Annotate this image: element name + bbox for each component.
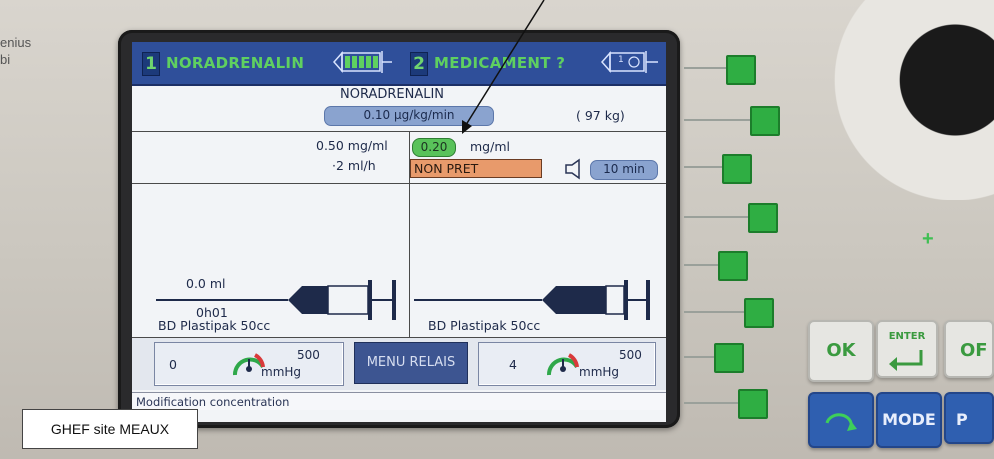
channel1-name: NORADRENALIN: [166, 54, 305, 72]
softkey-1[interactable]: [726, 55, 756, 85]
softkey-2[interactable]: [750, 106, 780, 136]
channel1-number: 1: [142, 52, 160, 76]
softkey-3[interactable]: [722, 154, 752, 184]
syringe-level-icon: [332, 51, 392, 73]
softkey-line-2: [684, 119, 750, 121]
mode-button[interactable]: MODE: [876, 392, 942, 448]
caption-label: GHEF site MEAUX: [22, 409, 198, 449]
plus-mark-icon: +: [922, 228, 934, 250]
ok-button[interactable]: OK: [808, 320, 874, 382]
menu-relais-button[interactable]: MENU RELAIS: [354, 342, 468, 384]
pause-button[interactable]: P: [944, 392, 994, 444]
right-concentration-field[interactable]: 0.20: [412, 138, 456, 157]
brand-fragment: enius bi: [0, 35, 32, 67]
off-button[interactable]: OF: [944, 320, 994, 378]
device-dial-housing: [800, 0, 994, 200]
drug-name: NORADRENALIN: [340, 87, 445, 102]
softkey-8[interactable]: [738, 389, 768, 419]
enter-arrow-icon: [889, 350, 923, 371]
right-pressure-value: 4: [509, 357, 517, 372]
rotate-arrow-icon: [825, 413, 857, 431]
left-syringe-icon: [156, 280, 396, 320]
status-line: Modification concentration: [132, 392, 666, 410]
divider-1: [132, 131, 666, 132]
right-pressure-gauge-icon: [546, 353, 579, 376]
speaker-icon: [565, 158, 580, 180]
right-pressure-max: 500: [619, 348, 642, 362]
enter-button[interactable]: ENTER: [876, 320, 938, 378]
left-pressure-max: 500: [297, 348, 320, 362]
left-pressure-unit: mmHg: [261, 365, 302, 379]
right-concentration-unit: mg/ml: [470, 139, 510, 154]
right-pressure-box[interactable]: 4 500 mmHg: [478, 342, 656, 386]
softkey-line-7: [684, 356, 714, 358]
left-pressure-value: 0: [169, 357, 177, 372]
divider-2: [132, 183, 666, 184]
softkey-7[interactable]: [714, 343, 744, 373]
channel-header: 1 NORADRENALIN 2 MEDICAMENT ? 1: [132, 42, 666, 86]
softkey-line-1: [684, 67, 726, 69]
right-syringe-icon: [414, 280, 650, 320]
softkey-line-8: [684, 402, 738, 404]
softkey-line-4: [684, 216, 748, 218]
left-pressure-box[interactable]: 0 500 mmHg: [154, 342, 344, 386]
softkey-line-3: [684, 166, 722, 168]
left-concentration: 0.50 mg/ml: [316, 138, 388, 153]
enter-label: ENTER: [888, 331, 926, 342]
softkey-4[interactable]: [748, 203, 778, 233]
bolus-button[interactable]: [808, 392, 874, 448]
channel2-battery-label: 1: [618, 55, 624, 65]
softkey-6[interactable]: [744, 298, 774, 328]
left-rate: ·2 ml/h: [332, 158, 376, 173]
right-syringe-model: BD Plastipak 50cc: [428, 318, 541, 333]
right-pressure-unit: mmHg: [579, 365, 620, 379]
softkey-5[interactable]: [718, 251, 748, 281]
left-syringe-model: BD Plastipak 50cc: [158, 318, 271, 333]
alarm-time-field[interactable]: 10 min: [590, 160, 658, 180]
softkey-line-6: [684, 311, 744, 313]
channel2-number: 2: [410, 52, 428, 76]
pressure-bar: 0 500 mmHg MENU RELAIS 4 500 mmHg: [132, 338, 666, 390]
infusion-pump-body: enius bi 1 NORADRENALIN 2 MEDICAMENT ? 1…: [0, 0, 994, 459]
patient-weight: ( 97 kg): [576, 108, 625, 123]
syringe-empty-icon: [600, 51, 658, 73]
status-not-ready: NON PRET: [410, 159, 542, 178]
softkey-line-5: [684, 264, 718, 266]
pump-display: 1 NORADRENALIN 2 MEDICAMENT ? 1 NORADREN…: [132, 42, 666, 422]
annotation-arrow: [462, 0, 545, 134]
